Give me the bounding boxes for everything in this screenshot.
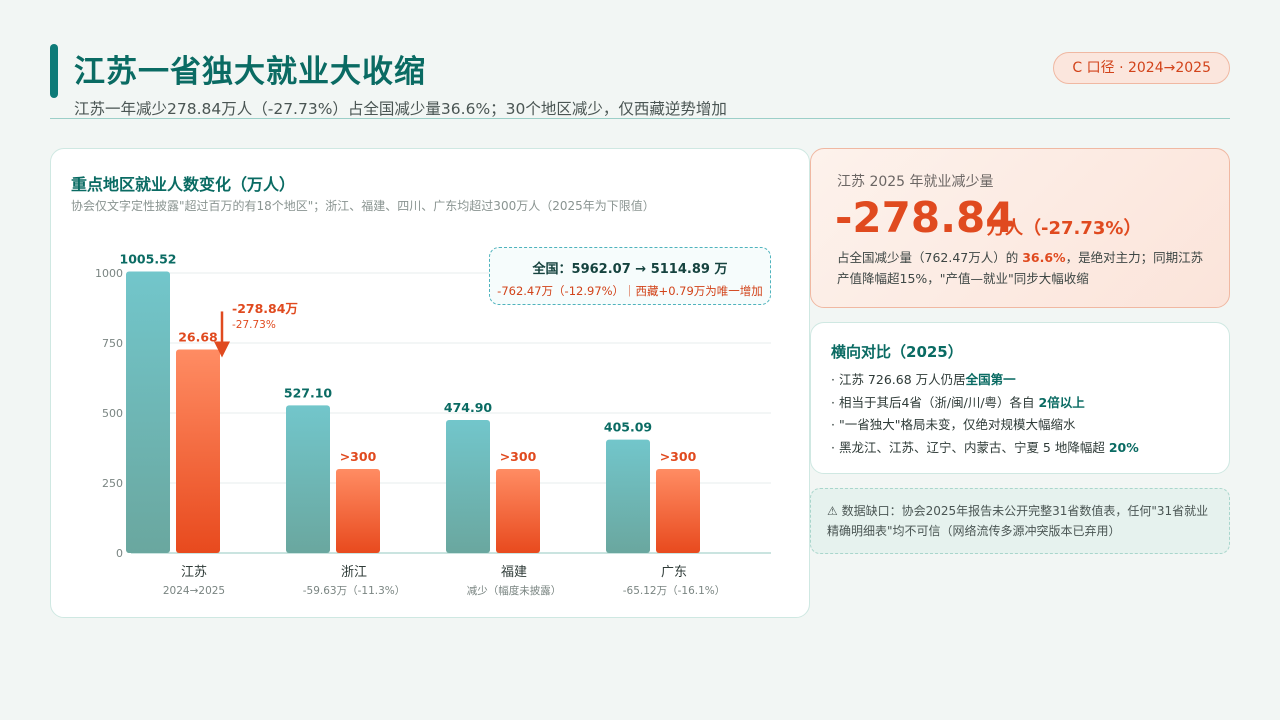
- note-text: ⚠ 数据缺口：协会2025年报告未公开完整31省数值表，任何"31省就业精确明细…: [827, 504, 1209, 538]
- bar-2025: [656, 469, 700, 553]
- chart-title: 重点地区就业人数变化（万人）: [71, 175, 296, 194]
- kpi-label: 江苏 2025 年就业减少量: [837, 174, 994, 190]
- bar-2024: [286, 405, 330, 553]
- chart-card: 0 250 500 750 1000 1005.52 26.68 江苏 2024→2025 527…: [50, 148, 810, 618]
- kpi-description: 占全国减少量（762.47万人）的 36.6%，是绝对主力；同期江苏产值降幅超1…: [837, 250, 1204, 286]
- kpi-unit: 万人（-27.73%）: [987, 218, 1142, 239]
- y-tick-label: 1000: [95, 267, 123, 280]
- category-label: 广东: [661, 565, 687, 580]
- comparison-title: 横向对比（2025）: [831, 343, 963, 361]
- list-item: · 江苏 726.68 万人仍居全国第一: [831, 372, 1016, 387]
- list-item: · 黑龙江、江苏、辽宁、内蒙古、宁夏 5 地降幅超 20%: [831, 439, 1139, 455]
- bar-2024: [606, 439, 650, 553]
- bar-2025: [176, 349, 220, 553]
- national-change: -762.47万（-12.97%）｜西藏+0.79万为唯一增加: [497, 284, 763, 298]
- bar-2024: [126, 271, 170, 553]
- comparison-card: 横向对比（2025） · 江苏 726.68 万人仍居全国第一 · 相当于其后4…: [810, 322, 1230, 474]
- page-title: 江苏一省独大就业大收缩: [74, 54, 426, 90]
- y-tick-label: 250: [102, 477, 123, 490]
- jiangsu-change-pct: -27.73%: [232, 319, 276, 331]
- data-label: >300: [660, 449, 697, 464]
- data-label: 26.68: [178, 330, 218, 345]
- title-accent-bar: [50, 44, 58, 98]
- jiangsu-change-label: -278.84万: [232, 301, 298, 316]
- header-divider: [50, 118, 1230, 119]
- data-label: 527.10: [284, 385, 333, 400]
- category-label: 福建: [501, 565, 527, 580]
- national-total: 全国：5962.07 → 5114.89 万: [532, 262, 728, 277]
- bar-2024: [446, 420, 490, 553]
- scope-badge: C 口径 · 2024→2025: [1053, 52, 1230, 84]
- category-note: 减少（幅度未披露）: [467, 584, 562, 597]
- y-tick-label: 500: [102, 407, 123, 420]
- comparison-list: · 江苏 726.68 万人仍居全国第一 · 相当于其后4省（浙/闽/川/粤）各…: [831, 369, 1139, 459]
- data-label: 474.90: [444, 400, 493, 415]
- national-summary-box: 全国：5962.07 → 5114.89 万 -762.47万（-12.97%）…: [489, 247, 771, 305]
- page-subtitle: 江苏一年减少278.84万人（-27.73%）占全国减少量36.6%；30个地区…: [74, 100, 727, 118]
- data-label: >300: [500, 449, 537, 464]
- chart-subtitle: 协会仅文字定性披露"超过百万的有18个地区"；浙江、福建、四川、广东均超过300…: [71, 199, 655, 213]
- kpi-card: 江苏 2025 年就业减少量 -278.84 万人（-27.73%） 占全国减少…: [810, 148, 1230, 308]
- kpi-share-highlight: 36.6%: [1022, 250, 1066, 265]
- y-tick-label: 750: [102, 337, 123, 350]
- category-note: -65.12万（-16.1%）: [623, 585, 726, 597]
- data-label: >300: [340, 449, 377, 464]
- bar-2025: [496, 469, 540, 553]
- data-label: 405.09: [604, 420, 652, 435]
- category-note: 2024→2025: [163, 585, 225, 597]
- list-item: · "一省独大"格局未变，仅绝对规模大幅缩水: [831, 417, 1076, 432]
- y-tick-label: 0: [116, 547, 123, 560]
- data-gap-note: ⚠ 数据缺口：协会2025年报告未公开完整31省数值表，任何"31省就业精确明细…: [810, 488, 1230, 554]
- bar-chart: 0 250 500 750 10001005.52 26.68 江苏 2024→2025 527…: [95, 251, 771, 597]
- category-label: 江苏: [181, 564, 207, 580]
- list-item: · 相当于其后4省（浙/闽/川/粤）各自 2倍以上: [831, 394, 1085, 410]
- bar-2025: [336, 469, 380, 553]
- category-note: -59.63万（-11.3%）: [303, 585, 406, 597]
- data-label: 1005.52: [120, 251, 177, 266]
- category-label: 浙江: [341, 565, 367, 580]
